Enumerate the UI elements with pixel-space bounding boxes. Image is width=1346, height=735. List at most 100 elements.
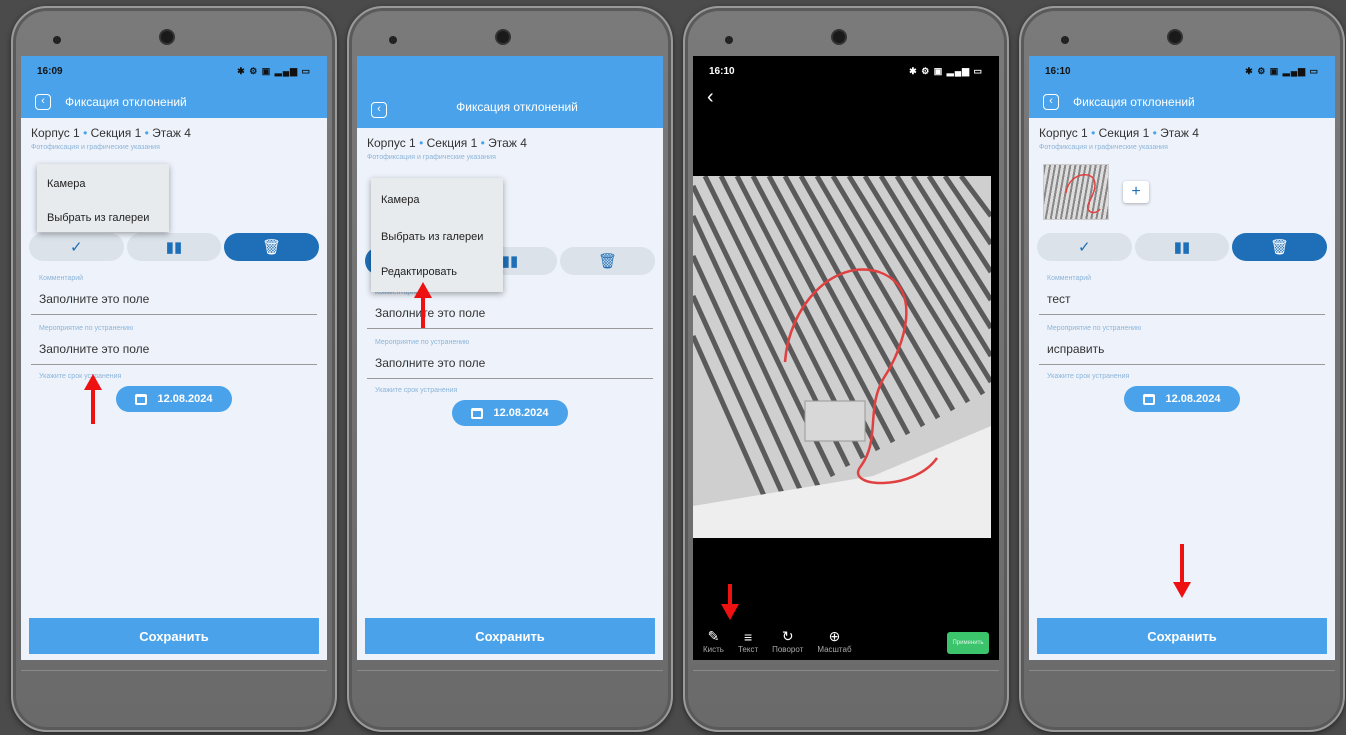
date-picker-button[interactable]: 12.08.2024: [452, 400, 568, 426]
date-picker-button[interactable]: 12.08.2024: [1124, 386, 1240, 412]
annotation-arrow-down: [1173, 544, 1191, 598]
editable-photo[interactable]: [693, 176, 991, 538]
delete-toggle[interactable]: 🗑: [1232, 233, 1328, 261]
phone-chin: [357, 670, 663, 722]
save-button[interactable]: Сохранить: [29, 618, 319, 654]
back-button[interactable]: ‹: [371, 102, 387, 118]
speaker: [53, 36, 61, 44]
apply-button[interactable]: Применить: [947, 632, 989, 654]
screen-2: ‹ Фиксация отклонений Корпус 1 • Секция …: [357, 56, 663, 660]
date-picker-button[interactable]: 12.08.2024: [116, 386, 232, 412]
tool-brush-label: Кисть: [703, 645, 724, 654]
menu-item-gallery[interactable]: Выбрать из галереи: [371, 222, 503, 252]
measure-field[interactable]: Мероприятие по устранению Заполните это …: [357, 339, 663, 379]
status-icons: ✱ ⚙ ▣ ▂▄▆ ▭: [909, 65, 983, 76]
breadcrumb-section: Секция 1: [426, 136, 478, 150]
photo-thumbnail[interactable]: [1043, 164, 1109, 220]
status-icons: ✱ ⚙ ▣ ▂▄▆ ▭: [1245, 65, 1319, 76]
back-button[interactable]: ‹: [1043, 94, 1059, 110]
comment-field[interactable]: Комментарий Заполните это поле: [21, 275, 327, 315]
app-bar: ‹ Фиксация отклонений: [1029, 86, 1335, 118]
menu-item-gallery[interactable]: Выбрать из галереи: [37, 204, 169, 232]
status-time: 16:10: [709, 65, 735, 77]
tool-text[interactable]: ≡ Текст: [738, 629, 758, 654]
phone-frame-1: 16:09 ✱ ⚙ ▣ ▂▄▆ ▭ ‹ Фиксация отклонений …: [11, 6, 337, 732]
phone-chin: [693, 670, 999, 722]
page-title: Фиксация отклонений: [65, 95, 187, 109]
breadcrumb-separator: •: [1091, 126, 1096, 140]
tool-rotate[interactable]: ↻ Поворот: [772, 628, 803, 654]
status-icons: ✱ ⚙ ▣ ▂▄▆ ▭: [237, 65, 311, 76]
photo-label: Фотофиксация и графические указания: [31, 144, 160, 151]
vest-toggle[interactable]: ▮▮: [126, 233, 222, 261]
delete-toggle[interactable]: 🗑: [224, 233, 320, 261]
comment-field[interactable]: Комментарий тест: [1029, 275, 1335, 315]
thumbnail-drawing: [1065, 173, 1101, 214]
brush-icon: ✎: [707, 628, 720, 644]
breadcrumb: Корпус 1 • Секция 1 • Этаж 4: [1029, 118, 1335, 144]
measure-field[interactable]: Мероприятие по устранению исправить: [1029, 325, 1335, 365]
comment-input[interactable]: Заполните это поле: [31, 292, 317, 315]
tool-brush[interactable]: ✎ Кисть: [703, 628, 724, 654]
vest-icon: ▮▮: [1173, 239, 1191, 256]
photo-label: Фотофиксация и графические указания: [1039, 144, 1168, 151]
deadline-label: Укажите срок устранения: [375, 387, 458, 394]
approve-toggle[interactable]: ✓: [29, 233, 124, 261]
menu-item-camera[interactable]: Камера: [371, 178, 503, 222]
delete-toggle[interactable]: 🗑: [560, 247, 656, 275]
date-value: 12.08.2024: [157, 393, 213, 405]
measure-input[interactable]: исправить: [1039, 342, 1325, 365]
add-photo-button[interactable]: +: [1123, 181, 1149, 203]
front-camera: [831, 29, 847, 45]
measure-input[interactable]: Заполните это поле: [367, 356, 653, 379]
save-button[interactable]: Сохранить: [1037, 618, 1327, 654]
comment-input[interactable]: тест: [1039, 292, 1325, 315]
status-toggles: ✓ ▮▮ 🗑: [1029, 233, 1335, 261]
tool-zoom[interactable]: ⊕ Масштаб: [817, 628, 851, 654]
calendar-icon: [471, 407, 484, 419]
status-toggles: ✓ ▮▮ 🗑: [21, 233, 327, 261]
air-vent: [804, 400, 866, 442]
comment-label: Комментарий: [39, 275, 84, 282]
trash-icon: 🗑: [598, 253, 618, 270]
comment-field[interactable]: Комментарий Заполните это поле: [357, 289, 663, 329]
phone-chin: [1029, 670, 1335, 722]
back-button[interactable]: ‹: [35, 94, 51, 110]
breadcrumb-separator: •: [83, 126, 88, 140]
trash-icon: 🗑: [1270, 239, 1290, 256]
check-circle-icon: ✓: [70, 239, 83, 256]
annotation-arrow-up: [414, 282, 432, 328]
back-arrow-icon[interactable]: ‹: [693, 86, 999, 108]
breadcrumb-building: Корпус 1: [31, 126, 80, 140]
breadcrumb-floor: Этаж 4: [488, 136, 527, 150]
status-bar: 16:10 ✱ ⚙ ▣ ▂▄▆ ▭: [693, 56, 999, 86]
measure-input[interactable]: Заполните это поле: [31, 342, 317, 365]
breadcrumb-separator: •: [419, 136, 424, 150]
measure-field[interactable]: Мероприятие по устранению Заполните это …: [21, 325, 327, 365]
save-button[interactable]: Сохранить: [365, 618, 655, 654]
breadcrumb-separator: •: [144, 126, 149, 140]
breadcrumb-section: Секция 1: [90, 126, 142, 140]
comment-input[interactable]: Заполните это поле: [367, 306, 653, 329]
app-bar: ‹ Фиксация отклонений: [21, 86, 327, 118]
vest-toggle[interactable]: ▮▮: [1134, 233, 1230, 261]
menu-item-edit[interactable]: Редактировать: [371, 252, 503, 292]
tool-text-label: Текст: [737, 645, 759, 654]
phone-frame-3: 16:10 ✱ ⚙ ▣ ▂▄▆ ▭ ‹ ✎ Кисть ≡ Текст ↻ По…: [683, 6, 1009, 732]
status-time: 16:10: [1045, 65, 1071, 77]
rotate-icon: ↻: [781, 628, 794, 644]
zoom-icon: ⊕: [828, 628, 841, 644]
tool-zoom-label: Масштаб: [817, 645, 852, 654]
speaker: [1061, 36, 1069, 44]
measure-label: Мероприятие по устранению: [375, 339, 470, 346]
screen-3: 16:10 ✱ ⚙ ▣ ▂▄▆ ▭ ‹ ✎ Кисть ≡ Текст ↻ По…: [693, 56, 999, 660]
deadline-label: Укажите срок устранения: [1047, 373, 1130, 380]
phone-chin: [21, 670, 327, 722]
screen-1: 16:09 ✱ ⚙ ▣ ▂▄▆ ▭ ‹ Фиксация отклонений …: [21, 56, 327, 660]
approve-toggle[interactable]: ✓: [1037, 233, 1132, 261]
calendar-icon: [1143, 393, 1156, 405]
page-title: Фиксация отклонений: [1073, 95, 1195, 109]
menu-item-camera[interactable]: Камера: [37, 164, 169, 204]
annotation-arrow-up: [84, 374, 102, 424]
photo-source-menu: Камера Выбрать из галереи Редактировать: [371, 178, 503, 292]
